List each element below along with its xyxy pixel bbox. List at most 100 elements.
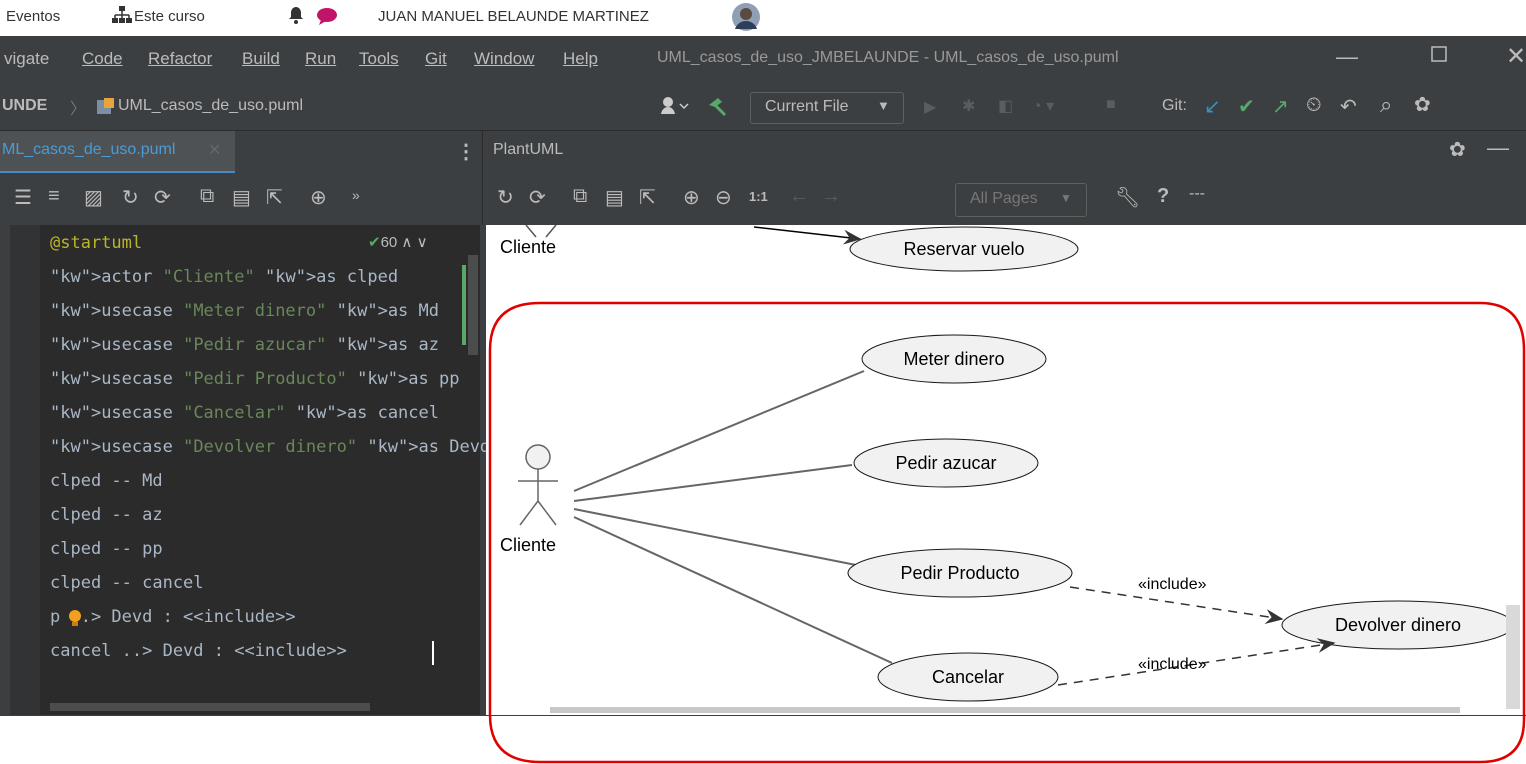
code-line-12: p ..> Devd : <<include>> [50, 607, 296, 627]
check-icon: ✔ [368, 234, 381, 251]
build-hammer-icon[interactable] [706, 95, 728, 122]
menu-window[interactable]: Window [474, 49, 534, 69]
code-line-11: clped -- cancel [50, 573, 204, 593]
pages-select[interactable]: All Pages ▼ [955, 183, 1087, 217]
chat-bubble-icon[interactable] [316, 7, 338, 29]
code-text: clped -- pp [50, 539, 163, 559]
search-icon[interactable]: ⌕ [1380, 92, 1392, 118]
panel-settings-icon[interactable]: ✿ [1449, 137, 1466, 162]
code-text: "kw">usecase "Devolver dinero" "kw">as D… [50, 437, 491, 457]
code-text: clped -- Md [50, 471, 163, 491]
include-label-2: «include» [1138, 656, 1207, 673]
editor-only-icon[interactable]: ≡ [48, 185, 60, 208]
menu-run[interactable]: Run [305, 49, 336, 69]
usecase-cancelar-label: Cancelar [932, 667, 1004, 687]
code-editor[interactable]: ✔60 ∧ ∨ @startuml "kw">actor "Cliente" "… [10, 225, 490, 715]
ide-window: vigate Code Refactor Build Run Tools Git… [0, 36, 1526, 716]
editor-scrollbar[interactable] [468, 255, 478, 355]
panel-hide-icon[interactable]: — [1487, 135, 1509, 161]
menu-build[interactable]: Build [242, 49, 280, 69]
more-button[interactable]: --- [1189, 185, 1205, 203]
help-button[interactable]: ? [1157, 185, 1169, 208]
puml-zoom-out-icon[interactable]: ⊖ [715, 185, 732, 210]
close-icon[interactable]: ✕ [1506, 42, 1526, 71]
pages-select-label: All Pages [970, 190, 1038, 207]
puml-external-icon[interactable]: ⇱ [639, 185, 656, 210]
refresh-icon[interactable]: ↻ [122, 185, 139, 210]
split-vertical-icon[interactable]: ☰ [14, 185, 32, 210]
usecase-pedir-azucar-label: Pedir azucar [895, 453, 996, 473]
stop-icon[interactable]: ■ [1106, 96, 1116, 114]
actor-figure [518, 444, 558, 526]
rollback-icon[interactable]: ↶ [1340, 94, 1357, 119]
git-update-icon[interactable]: ↙ [1204, 94, 1221, 119]
puml-save-icon[interactable]: ▤ [605, 185, 624, 210]
code-line-10: clped -- pp [50, 539, 163, 559]
lightbulb-icon[interactable] [68, 609, 82, 632]
copy-icon[interactable]: ⧉ [200, 185, 214, 208]
eventos-link[interactable]: Eventos [6, 8, 60, 25]
change-marker [462, 265, 466, 345]
save-icon[interactable]: ▤ [232, 185, 251, 210]
more-options-icon[interactable]: ⋮ [456, 139, 476, 164]
wrench-icon[interactable]: 🔧︎ [1115, 185, 1140, 210]
overflow-icon[interactable]: » [352, 187, 360, 203]
settings-icon[interactable]: ✿ [1414, 92, 1431, 117]
horizontal-scrollbar[interactable] [50, 703, 370, 711]
history-icon[interactable]: ⏲ [1306, 94, 1322, 117]
pages-dropdown-icon: ▼ [1060, 191, 1072, 205]
puml-refresh-icon[interactable]: ↻ [497, 185, 514, 210]
run-icon[interactable]: ▶ [924, 97, 936, 117]
git-commit-icon[interactable]: ✔ [1238, 94, 1255, 119]
external-icon[interactable]: ⇱ [266, 185, 283, 210]
profile-icon[interactable]: ◔ ▾ [1032, 96, 1054, 116]
next-page-icon[interactable]: → [821, 185, 841, 208]
menu-bar: vigate Code Refactor Build Run Tools Git… [0, 36, 1526, 86]
puml-zoom-in-icon[interactable]: ⊕ [683, 185, 700, 210]
debug-icon[interactable]: ✱ [962, 96, 975, 116]
git-push-icon[interactable]: ↗ [1272, 94, 1289, 119]
user-avatar[interactable] [732, 3, 760, 35]
diagram-canvas: Cliente Reservar vuelo Cliente Meter din… [486, 225, 1526, 715]
problems-indicator[interactable]: ✔60 ∧ ∨ [368, 233, 428, 251]
top-association-arrow [753, 226, 862, 245]
code-text: @startuml [50, 233, 143, 253]
menu-help[interactable]: Help [563, 49, 598, 69]
puml-copy-icon[interactable]: ⧉ [573, 185, 587, 208]
user-account-icon[interactable] [660, 96, 690, 121]
editor-toolbar: ☰ ≡ ▨ ↻ ⟳ ⧉ ▤ ⇱ ⊕ » [0, 173, 480, 225]
code-text: clped -- az [50, 505, 163, 525]
canvas-scrollbar[interactable] [1506, 605, 1520, 709]
tab-close-icon[interactable]: ✕ [208, 140, 221, 160]
coverage-icon[interactable]: ◧ [998, 96, 1013, 116]
code-text: "kw">usecase "Pedir azucar" "kw">as az [50, 335, 439, 355]
chevron-right-icon: 〉 [70, 101, 87, 118]
actual-size-button[interactable]: 1:1 [749, 189, 768, 204]
code-line-3: "kw">usecase "Meter dinero" "kw">as Md [50, 301, 439, 321]
maximize-icon[interactable] [1431, 46, 1447, 67]
canvas-horizontal-scrollbar[interactable] [550, 707, 1460, 713]
este-curso-link[interactable]: Este curso [134, 8, 205, 25]
code-text: p ..> Devd : <<include>> [50, 607, 296, 627]
puml-reload-icon[interactable]: ⟳ [529, 185, 546, 210]
minimize-icon[interactable]: — [1336, 44, 1358, 70]
run-config-select[interactable]: Current File ▼ [750, 92, 904, 124]
prev-page-icon[interactable]: ← [789, 185, 809, 208]
menu-refactor[interactable]: Refactor [148, 49, 212, 69]
window-title: UML_casos_de_uso_JMBELAUNDE - UML_casos_… [657, 49, 1119, 66]
breadcrumb-file[interactable]: UML_casos_de_uso.puml [118, 97, 303, 115]
reload-icon[interactable]: ⟳ [154, 185, 171, 210]
menu-navigate[interactable]: vigate [4, 49, 49, 69]
breadcrumb-project[interactable]: UNDE [2, 97, 47, 115]
preview-only-icon[interactable]: ▨ [84, 185, 103, 210]
menu-code[interactable]: Code [82, 49, 123, 69]
user-name[interactable]: JUAN MANUEL BELAUNDE MARTINEZ [378, 8, 649, 25]
menu-tools[interactable]: Tools [359, 49, 399, 69]
menu-git[interactable]: Git [425, 49, 447, 69]
git-label: Git: [1162, 97, 1187, 114]
editor-gutter [10, 225, 40, 715]
zoom-in-icon[interactable]: ⊕ [310, 185, 327, 210]
tab-uml-file[interactable]: ML_casos_de_uso.puml ✕ [0, 131, 235, 174]
code-line-2: "kw">actor "Cliente" "kw">as clped [50, 267, 398, 287]
bell-icon[interactable] [288, 6, 304, 28]
